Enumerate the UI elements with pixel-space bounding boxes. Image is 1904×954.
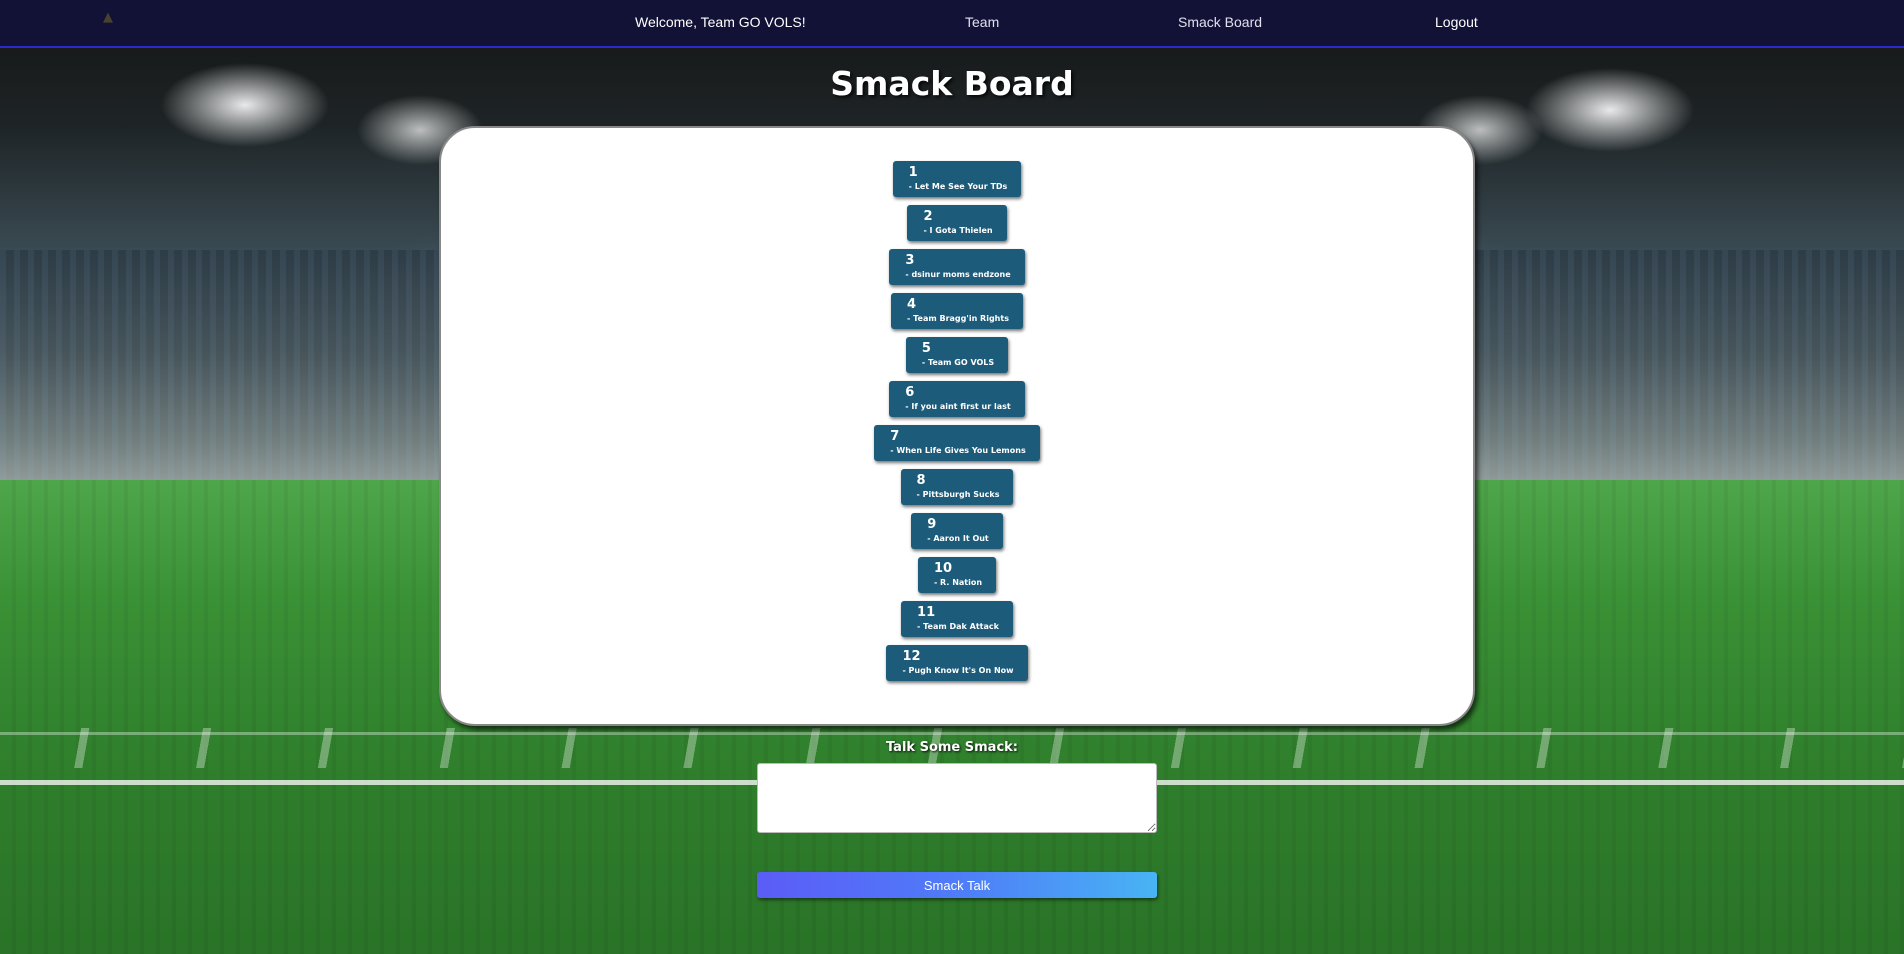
smack-post: 8 - Pittsburgh Sucks [900,469,1014,505]
smack-message-input[interactable] [757,763,1157,833]
post-message: - Aaron It Out [927,534,989,543]
post-message: - Team GO VOLS [921,358,995,367]
post-number: 11 [917,605,936,620]
smack-post: 12 - Pugh Know It's On Now [886,645,1028,681]
post-number: 12 [902,649,921,664]
post-message: - I Gota Thielen [923,226,993,235]
post-number: 1 [908,165,918,180]
nav-smack-board-link[interactable]: Smack Board [1178,14,1262,30]
smack-post: 2 - I Gota Thielen [907,205,1007,241]
smack-post: 10 - R. Nation [917,557,997,593]
smack-talk-button[interactable]: Smack Talk [757,872,1157,898]
post-message: - Team Dak Attack [917,622,999,631]
post-number: 8 [916,473,926,488]
page-title: Smack Board [830,64,1074,103]
post-message: - dsinur moms endzone [905,270,1011,279]
post-message: - If you aint first ur last [905,402,1011,411]
smack-post: 5 - Team GO VOLS [905,337,1009,373]
post-number: 2 [923,209,933,224]
smack-post: 6 - If you aint first ur last [889,381,1025,417]
smack-board-panel: 1 - Let Me See Your TDs 2 - I Gota Thiel… [439,126,1475,726]
smack-post: 7 - When Life Gives You Lemons [874,425,1040,461]
smack-post: 11 - Team Dak Attack [901,601,1013,637]
nav-logout-link[interactable]: Logout [1435,14,1478,30]
post-message: - R. Nation [933,578,983,587]
post-number: 5 [921,341,931,356]
post-message: - Team Bragg'in Rights [907,314,1009,323]
talk-some-smack-label: Talk Some Smack: [885,740,1018,755]
post-message: - Pugh Know It's On Now [902,666,1014,675]
post-number: 3 [905,253,915,268]
welcome-link[interactable]: Welcome, Team GO VOLS! [635,14,806,30]
post-number: 6 [905,385,915,400]
smack-post-list: 1 - Let Me See Your TDs 2 - I Gota Thiel… [441,161,1473,689]
post-message: - Pittsburgh Sucks [916,490,1000,499]
smack-post: 1 - Let Me See Your TDs [892,161,1022,197]
post-message: - Let Me See Your TDs [908,182,1008,191]
nav-team-link[interactable]: Team [965,14,999,30]
post-number: 10 [933,561,953,576]
post-number: 7 [890,429,900,444]
smack-post: 4 - Team Bragg'in Rights [891,293,1023,329]
smack-post: 9 - Aaron It Out [911,513,1003,549]
navbar: ▲ Welcome, Team GO VOLS! Team Smack Boar… [0,0,1904,48]
smack-post: 3 - dsinur moms endzone [889,249,1025,285]
post-number: 9 [927,517,937,532]
mascot-logo-icon[interactable]: ▲ [98,10,118,26]
post-message: - When Life Gives You Lemons [890,446,1026,455]
post-number: 4 [907,297,917,312]
